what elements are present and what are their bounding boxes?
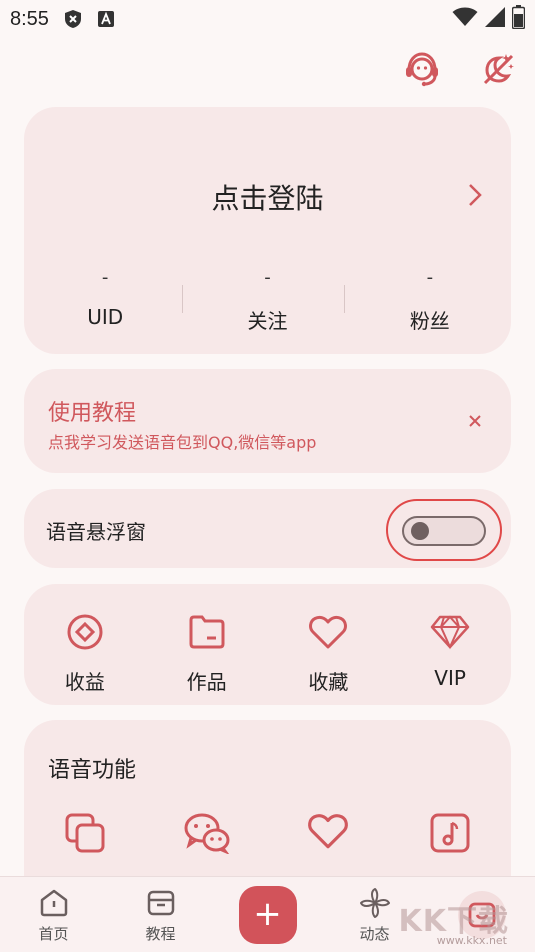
top-actions [403,52,517,90]
night-mode-icon [479,50,517,92]
login-title[interactable]: 点击登陆 [24,177,511,217]
copy-icon[interactable] [24,812,146,854]
nav-label: 首页 [38,925,69,943]
home-icon [38,887,70,919]
headset-support-icon [403,50,441,92]
add-icon: + [253,893,282,934]
tutorial-banner[interactable]: 使用教程 点我学习发送语音包到QQ,微信等app [24,369,511,473]
shortcut-label: 作品 [186,670,227,694]
shortcut-earnings[interactable]: 收益 [24,584,146,705]
chevron-right-icon[interactable] [461,175,489,215]
nav-label: 教程 [145,925,176,943]
toggle-knob [411,522,429,540]
stat-label: 粉丝 [409,309,450,333]
shortcut-favorites[interactable]: 收藏 [268,584,390,705]
add-button[interactable]: + [238,886,297,944]
stat-divider [344,285,345,313]
stat-value: - [426,267,434,288]
heart-icon [308,612,348,652]
wifi-icon [452,7,478,32]
stat-followers[interactable]: - 粉丝 [349,267,511,334]
floating-window-toggle[interactable] [402,516,486,546]
floating-window-label: 语音悬浮窗 [46,520,146,544]
shortcut-label: 收藏 [308,670,349,694]
stat-value: - [264,267,271,288]
login-card[interactable]: 点击登陆 - UID - 关注 - 粉丝 [24,107,511,354]
shortcut-works[interactable]: 作品 [146,584,268,705]
battery-icon [511,4,526,34]
shortcut-label: 收益 [64,670,105,694]
status-time: 8:55 [10,7,49,30]
folder-icon [187,612,227,652]
earnings-icon [65,612,105,652]
stat-label: UID [87,305,124,329]
night-mode-button[interactable] [479,52,517,90]
stat-label: 关注 [247,309,288,333]
nav-label: 动态 [359,925,390,943]
status-bar: 8:55 [0,0,535,38]
box-icon [145,887,177,919]
customer-service-button[interactable] [403,52,441,90]
tutorial-subtitle: 点我学习发送语音包到QQ,微信等app [48,433,317,452]
pinwheel-icon [359,887,391,919]
highlight-ring [386,499,502,561]
diamond-icon [430,612,470,652]
shield-x-icon [63,9,83,29]
nav-add: + [214,877,321,952]
stat-uid[interactable]: - UID [24,267,186,334]
music-note-icon[interactable] [389,812,511,854]
stat-value: - [101,267,109,288]
wechat-icon[interactable] [146,812,268,854]
watermark-url: www.kkx.net [436,934,507,947]
a-notification-icon [97,10,115,28]
nav-tutorial[interactable]: 教程 [107,877,214,952]
shortcut-grid: 收益 作品 收藏 VIP [24,584,511,705]
stat-following[interactable]: - 关注 [186,267,348,334]
shortcut-label: VIP [434,666,466,690]
shortcut-vip[interactable]: VIP [389,584,511,705]
close-icon[interactable] [463,409,487,433]
tutorial-title: 使用教程 [48,401,137,426]
voice-functions-title: 语音功能 [48,758,137,783]
nav-home[interactable]: 首页 [0,877,107,952]
stat-divider [182,285,183,313]
voice-functions-row [24,812,511,854]
heart-icon[interactable] [268,812,390,854]
signal-icon [484,6,506,33]
account-stats: - UID - 关注 - 粉丝 [24,267,511,334]
floating-window-row: 语音悬浮窗 [24,489,511,568]
